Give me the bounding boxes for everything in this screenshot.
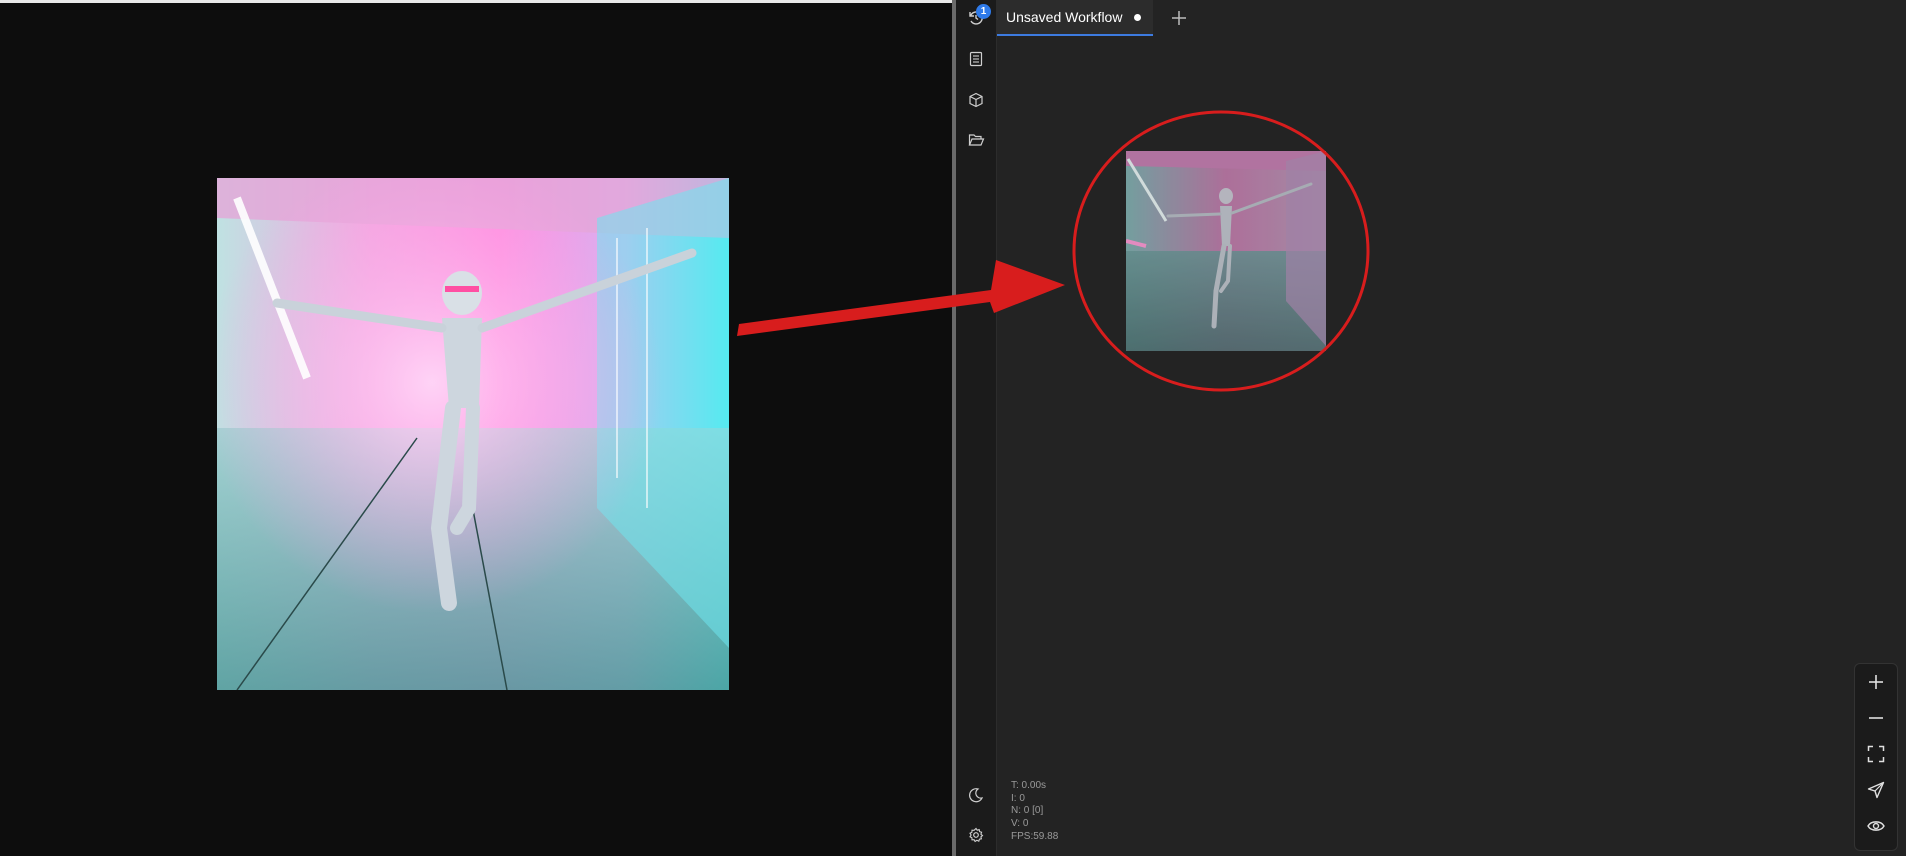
stat-time: T: 0.00s (1011, 780, 1047, 791)
queue-count-badge: 1 (976, 4, 991, 19)
plus-icon (1869, 675, 1883, 689)
workflows-button[interactable] (956, 124, 996, 156)
new-tab-button[interactable] (1167, 6, 1191, 30)
stat-iterations: I: 0 (1011, 792, 1025, 804)
tab-title: Unsaved Workflow (1006, 9, 1123, 25)
model-library-button[interactable] (956, 84, 996, 116)
theme-toggle-button[interactable] (956, 779, 996, 811)
tab-unsaved-workflow[interactable]: Unsaved Workflow (997, 0, 1153, 36)
toggle-visibility-button[interactable] (1855, 808, 1897, 844)
zoom-out-button[interactable] (1855, 700, 1897, 736)
unsaved-indicator-icon[interactable] (1134, 14, 1141, 21)
gear-icon (969, 827, 984, 843)
document-icon (969, 51, 983, 67)
document-button[interactable] (956, 43, 996, 75)
canvas-image-node[interactable] (1126, 151, 1326, 351)
moon-icon (969, 788, 984, 803)
zoom-controls (1854, 663, 1898, 851)
plus-icon (1172, 11, 1186, 25)
sidebar: 1 (956, 0, 997, 856)
navigate-icon (1867, 781, 1885, 799)
tab-bar: Unsaved Workflow (997, 0, 1906, 36)
settings-button[interactable] (956, 819, 996, 851)
image-preview-panel (0, 0, 952, 856)
eye-icon (1867, 821, 1885, 831)
navigate-button[interactable] (1855, 772, 1897, 808)
stat-vertices: V: 0 (1011, 818, 1029, 830)
generated-image-preview (217, 178, 729, 690)
canvas-stats: T: 0.00s I: 0 N: 0 [0] V: 0 FPS:59.88 (1011, 780, 1058, 844)
stat-nodes: N: 0 [0] (1011, 805, 1044, 817)
workflow-app: 1 Unsaved Workflow T: 0.00s I: 0 N: 0 [0… (956, 0, 1906, 856)
zoom-in-button[interactable] (1855, 664, 1897, 700)
cube-icon (969, 92, 983, 108)
fit-view-icon (1867, 745, 1885, 763)
minus-icon (1869, 717, 1883, 719)
queue-history-button[interactable]: 1 (956, 2, 996, 34)
stat-fps: FPS:59.88 (1011, 830, 1059, 842)
folder-open-icon (968, 134, 984, 146)
fit-view-button[interactable] (1855, 736, 1897, 772)
